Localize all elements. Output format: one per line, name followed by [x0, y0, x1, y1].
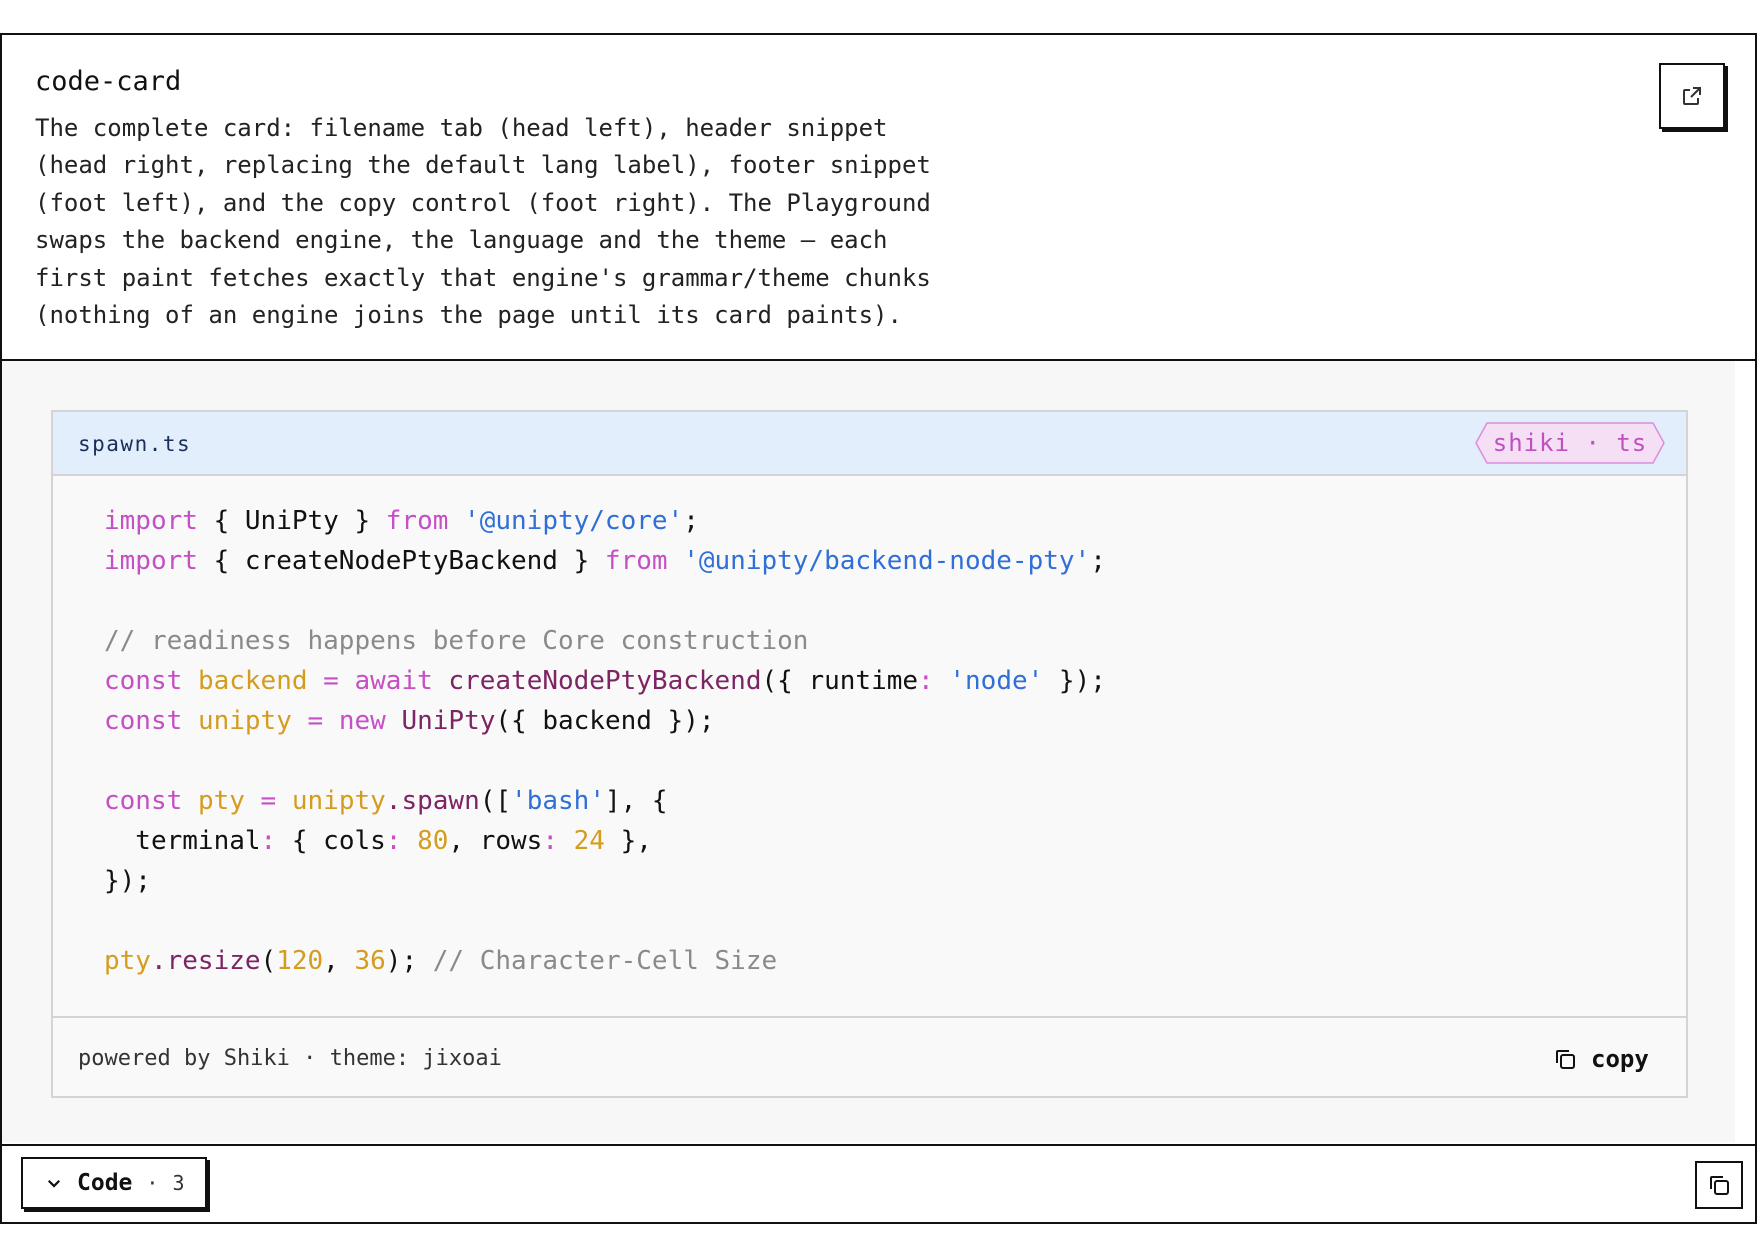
lang-badge: shiki · ts	[1475, 422, 1665, 464]
lang-badge-label: shiki · ts	[1492, 429, 1648, 457]
chevron-down-icon	[47, 1179, 61, 1188]
code-toggle-label: Code	[77, 1170, 133, 1196]
code-block: import { UniPty } from '@unipty/core'; i…	[53, 476, 1686, 1016]
filename-tab: spawn.ts	[78, 432, 192, 456]
code-line: const unipty = new UniPty({ backend });	[104, 706, 715, 736]
external-link-icon	[1683, 87, 1701, 105]
example-title: code-card	[35, 66, 182, 97]
code-file-count: 3	[172, 1171, 185, 1195]
copy-code-button[interactable]: copy	[1553, 1044, 1649, 1074]
code-line: // readiness happens before Core constru…	[104, 626, 809, 656]
code-line: pty.resize(120, 36); // Character-Cell S…	[104, 946, 778, 976]
powered-by-label: powered by Shiki · theme: jixoai	[78, 1046, 502, 1071]
code-card-example: code-card The complete card: filename ta…	[0, 33, 1757, 1224]
code-line: import { UniPty } from '@unipty/core';	[104, 506, 699, 536]
code-toggle-separator: ·	[146, 1171, 159, 1195]
copy-icon	[1556, 1050, 1575, 1069]
open-external-button[interactable]	[1659, 63, 1725, 129]
code-card: spawn.ts shiki · ts import { UniPty } fr…	[51, 410, 1688, 1098]
example-description: The complete card: filename tab (head le…	[35, 114, 931, 330]
code-line: });	[104, 866, 151, 896]
code-line: const backend = await createNodePtyBacke…	[104, 666, 1106, 696]
code-line: terminal: { cols: 80, rows: 24 },	[104, 826, 652, 856]
example-preview: spawn.ts shiki · ts import { UniPty } fr…	[2, 361, 1735, 1142]
code-line: const pty = unipty.spawn(['bash'], {	[104, 786, 668, 816]
copy-label: copy	[1591, 1045, 1649, 1073]
example-intro: code-card The complete card: filename ta…	[2, 35, 1755, 361]
example-toolbar: Code · 3	[2, 1144, 1755, 1222]
code-toggle-button[interactable]: Code · 3	[21, 1157, 207, 1209]
copy-icon	[1710, 1176, 1729, 1195]
code-line: import { createNodePtyBackend } from '@u…	[104, 546, 1106, 576]
card-header: spawn.ts shiki · ts	[53, 412, 1686, 476]
card-footer: powered by Shiki · theme: jixoai copy	[53, 1016, 1686, 1098]
copy-all-button[interactable]	[1695, 1161, 1743, 1209]
